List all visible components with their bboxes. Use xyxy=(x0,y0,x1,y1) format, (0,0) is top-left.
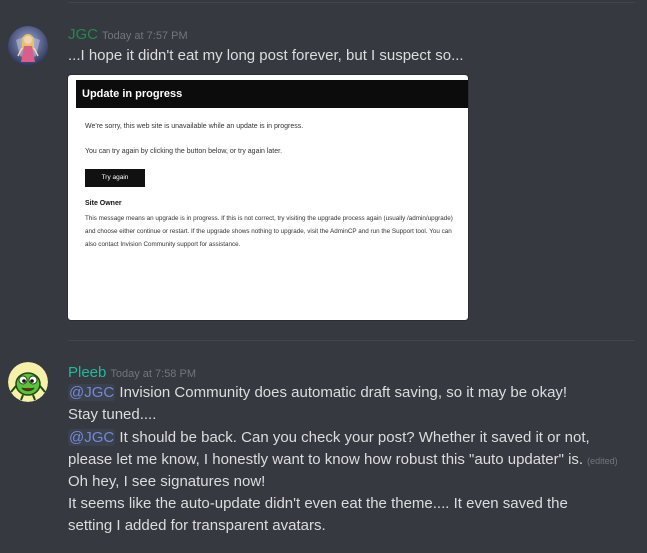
fairy-avatar-icon[interactable] xyxy=(8,26,48,66)
username[interactable]: JGC xyxy=(68,26,98,43)
line-text: Stay tuned.... xyxy=(68,406,157,423)
embed-body: We're sorry, this web site is unavailabl… xyxy=(85,121,458,158)
line-text: Invision Community does automatic draft … xyxy=(115,384,568,401)
message-line: Oh hey, I see signatures now! xyxy=(68,471,265,493)
embed-title: Update in progress xyxy=(76,80,468,108)
line-text: Oh hey, I see signatures now! xyxy=(68,473,266,490)
message-text: ...I hope it didn't eat my long post for… xyxy=(68,47,464,64)
username[interactable]: Pleeb xyxy=(68,364,106,381)
timestamp: Today at 7:58 PM xyxy=(110,368,196,380)
line-text: please let me know, I honestly want to k… xyxy=(68,451,584,468)
embed-line: We're sorry, this web site is unavailabl… xyxy=(85,123,304,130)
top-divider xyxy=(68,2,635,3)
line-text: It seems like the auto-update didn't eve… xyxy=(68,495,568,512)
green-creature-avatar-icon[interactable] xyxy=(8,362,48,402)
line-text: It should be back. Can you check your po… xyxy=(115,429,590,446)
embed-line: You can try again by clicking the button… xyxy=(85,148,283,155)
embedded-image[interactable]: Update in progress We're sorry, this web… xyxy=(68,75,468,320)
message-header: JGC Today at 7:57 PM xyxy=(68,26,188,43)
message-line: please let me know, I honestly want to k… xyxy=(68,449,618,472)
user-mention[interactable]: @JGC xyxy=(68,384,116,401)
message-line: Stay tuned.... xyxy=(68,404,156,426)
user-mention[interactable]: @JGC xyxy=(68,429,116,446)
site-owner-text: This message means an upgrade is in prog… xyxy=(85,215,453,248)
message-line: @JGC It should be back. Can you check yo… xyxy=(68,427,590,449)
line-text: setting I added for transparent avatars. xyxy=(68,517,326,534)
message-line: setting I added for transparent avatars. xyxy=(68,515,326,537)
message-divider xyxy=(68,340,635,341)
timestamp: Today at 7:57 PM xyxy=(102,30,188,42)
try-again-button: Try again xyxy=(85,169,145,187)
message-header: Pleeb Today at 7:58 PM xyxy=(68,364,196,381)
edited-label: (edited) xyxy=(587,456,618,466)
message-line: It seems like the auto-update didn't eve… xyxy=(68,493,568,515)
site-owner-title: Site Owner xyxy=(85,200,122,207)
message-line: @JGC Invision Community does automatic d… xyxy=(68,382,567,404)
